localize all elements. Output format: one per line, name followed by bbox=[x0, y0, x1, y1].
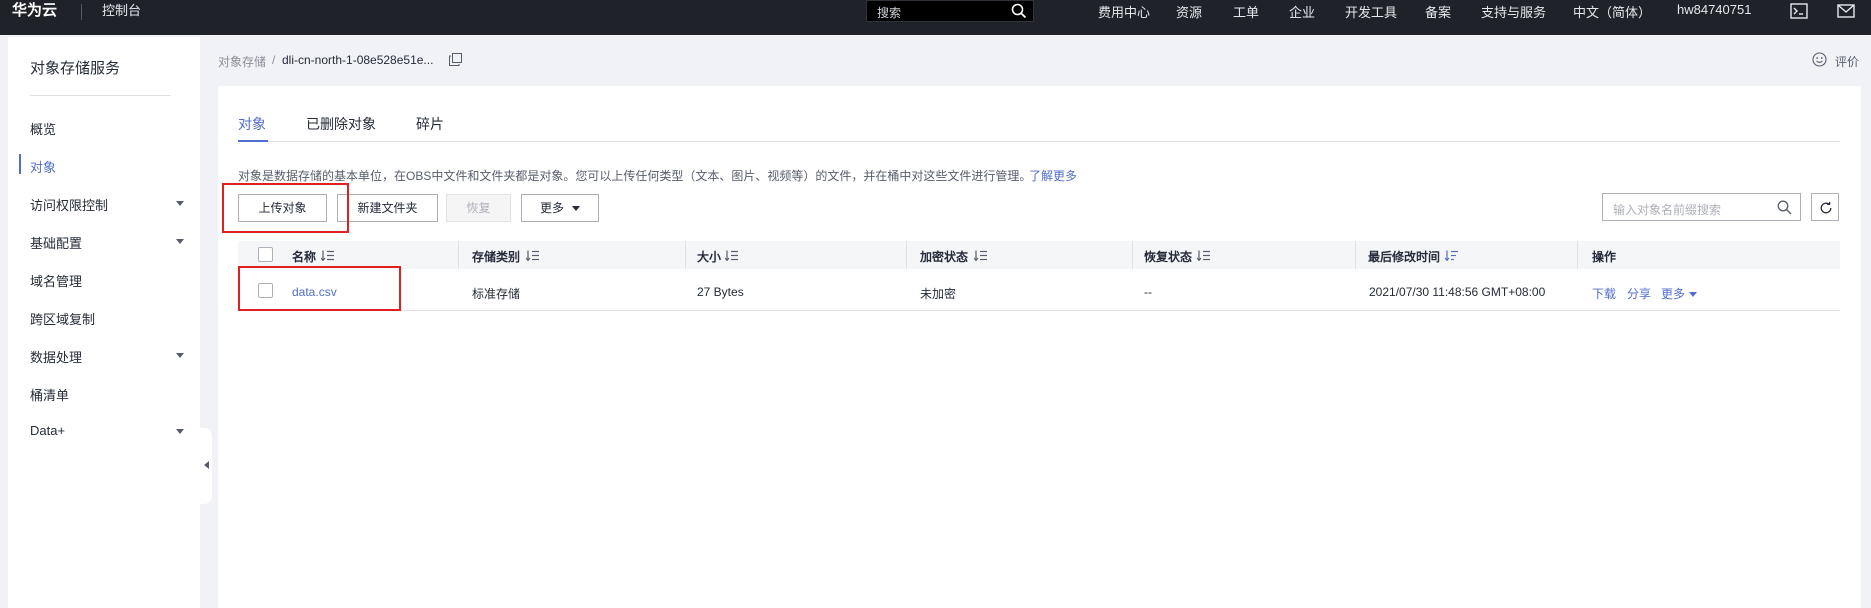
column-header-size: 大小 bbox=[697, 250, 722, 264]
column-divider bbox=[1132, 241, 1133, 269]
chevron-down-icon[interactable] bbox=[176, 429, 184, 434]
copy-icon[interactable] bbox=[449, 53, 462, 66]
column-divider bbox=[1355, 241, 1356, 269]
row-more-label: 更多 bbox=[1661, 287, 1686, 301]
sidebar-item-domain-management[interactable]: 域名管理 bbox=[30, 271, 82, 290]
cell-storage-class: 标准存储 bbox=[472, 287, 521, 301]
search-icon[interactable] bbox=[1777, 200, 1792, 215]
object-search-placeholder: 输入对象名前缀搜索 bbox=[1613, 203, 1722, 217]
global-search-input[interactable]: 搜索 bbox=[866, 0, 1034, 22]
sidebar-item-data-processing[interactable]: 数据处理 bbox=[30, 347, 82, 366]
column-header-restore-status: 恢复状态 bbox=[1144, 250, 1193, 264]
active-item-indicator bbox=[19, 154, 21, 174]
restore-label: 恢复 bbox=[466, 201, 491, 215]
sort-icon[interactable] bbox=[321, 250, 335, 261]
nav-icp-filing[interactable]: 备案 bbox=[1425, 2, 1451, 21]
column-header-storage-class: 存储类别 bbox=[472, 250, 521, 264]
learn-more-link[interactable]: 了解更多 bbox=[1029, 167, 1077, 184]
new-folder-button[interactable]: 新建文件夹 bbox=[337, 194, 438, 222]
top-navigation-bar: 华为云 控制台 搜索 费用中心 资源 工单 企业 开发工具 备案 支持与服务 中… bbox=[0, 0, 1871, 35]
download-action-link[interactable]: 下载 bbox=[1592, 285, 1616, 302]
column-divider bbox=[458, 241, 459, 269]
sort-icon[interactable] bbox=[974, 250, 988, 261]
breadcrumb-separator: / bbox=[272, 53, 276, 67]
restore-button[interactable]: 恢复 bbox=[446, 194, 511, 222]
tab-deleted-objects[interactable]: 已删除对象 bbox=[306, 114, 376, 134]
sidebar-item-access-control[interactable]: 访问权限控制 bbox=[30, 195, 108, 214]
tab-fragments[interactable]: 碎片 bbox=[416, 114, 444, 134]
nav-dev-tools[interactable]: 开发工具 bbox=[1345, 2, 1397, 21]
refresh-icon bbox=[1820, 202, 1832, 214]
terminal-icon[interactable] bbox=[1790, 3, 1808, 19]
mail-icon[interactable] bbox=[1837, 3, 1855, 19]
share-action-link[interactable]: 分享 bbox=[1627, 285, 1651, 302]
chevron-down-icon bbox=[572, 206, 580, 212]
cell-restore-status: -- bbox=[1144, 285, 1152, 299]
nav-language-switch[interactable]: 中文（简体） bbox=[1573, 2, 1651, 21]
chevron-down-icon bbox=[1689, 292, 1698, 298]
sort-icon[interactable] bbox=[725, 250, 739, 261]
brand-divider bbox=[81, 4, 82, 20]
sidebar-item-cross-region-replication[interactable]: 跨区域复制 bbox=[30, 309, 95, 328]
huawei-cloud-logo[interactable]: 华为云 bbox=[12, 0, 57, 24]
nav-resources[interactable]: 资源 bbox=[1176, 2, 1202, 21]
sort-icon[interactable] bbox=[526, 250, 540, 261]
chevron-down-icon[interactable] bbox=[176, 201, 184, 206]
rate-link[interactable]: 评价 bbox=[1835, 53, 1859, 70]
sidebar-divider bbox=[30, 95, 171, 96]
sidebar-item-basic-config[interactable]: 基础配置 bbox=[30, 233, 82, 252]
search-icon[interactable] bbox=[1011, 3, 1027, 19]
column-divider bbox=[906, 241, 907, 269]
sidebar-collapse-toggle[interactable] bbox=[195, 428, 212, 504]
nav-enterprise[interactable]: 企业 bbox=[1289, 2, 1315, 21]
nav-tickets[interactable]: 工单 bbox=[1233, 2, 1259, 21]
sidebar-item-data-plus[interactable]: Data+ bbox=[30, 423, 65, 438]
objects-description: 对象是数据存储的基本单位，在OBS中文件和文件夹都是对象。您可以上传任何类型（文… bbox=[238, 169, 1032, 183]
cell-encryption-status: 未加密 bbox=[920, 287, 957, 301]
sort-icon[interactable] bbox=[1197, 250, 1211, 261]
column-header-last-modified: 最后修改时间 bbox=[1368, 250, 1441, 264]
active-tab-underline bbox=[238, 140, 268, 142]
more-actions-dropdown[interactable]: 更多 bbox=[521, 194, 599, 222]
sort-active-icon[interactable] bbox=[1445, 250, 1459, 261]
column-header-name: 名称 bbox=[292, 250, 317, 264]
select-all-checkbox[interactable] bbox=[258, 247, 273, 262]
new-folder-label: 新建文件夹 bbox=[357, 201, 418, 215]
cell-size: 27 Bytes bbox=[697, 285, 744, 299]
object-prefix-search-input[interactable]: 输入对象名前缀搜索 bbox=[1602, 193, 1801, 221]
nav-support-services[interactable]: 支持与服务 bbox=[1481, 2, 1546, 21]
tabs-divider bbox=[238, 141, 1840, 142]
object-row-highlight-box bbox=[238, 266, 401, 311]
column-header-encryption-status: 加密状态 bbox=[920, 250, 969, 264]
main-content-card bbox=[218, 86, 1871, 608]
upload-button-highlight-box bbox=[222, 183, 349, 233]
global-search-placeholder: 搜索 bbox=[877, 6, 902, 20]
chevron-down-icon[interactable] bbox=[176, 239, 184, 244]
column-header-actions: 操作 bbox=[1592, 250, 1617, 264]
breadcrumb-root[interactable]: 对象存储 bbox=[218, 53, 266, 70]
chevron-down-icon[interactable] bbox=[176, 353, 184, 358]
row-more-actions-dropdown[interactable]: 更多 bbox=[1661, 285, 1698, 302]
refresh-button[interactable] bbox=[1811, 193, 1839, 221]
column-divider bbox=[1577, 241, 1578, 269]
column-divider bbox=[685, 241, 686, 269]
service-title: 对象存储服务 bbox=[30, 60, 121, 77]
sidebar-item-bucket-inventory[interactable]: 桶清单 bbox=[30, 385, 69, 404]
chevron-left-icon bbox=[204, 461, 209, 469]
breadcrumb-current-bucket: dli-cn-north-1-08e528e51e... bbox=[282, 53, 434, 67]
nav-billing-center[interactable]: 费用中心 bbox=[1098, 2, 1150, 21]
more-actions-label: 更多 bbox=[539, 201, 564, 215]
service-sidebar: 对象存储服务 概览 对象 访问权限控制 基础配置 域名管理 跨区域复制 数据处理… bbox=[8, 37, 200, 608]
nav-account-name[interactable]: hw84740751 bbox=[1677, 2, 1751, 17]
cell-last-modified: 2021/07/30 11:48:56 GMT+08:00 bbox=[1369, 285, 1546, 299]
sidebar-item-objects[interactable]: 对象 bbox=[30, 157, 56, 176]
tab-objects[interactable]: 对象 bbox=[238, 114, 266, 134]
console-link[interactable]: 控制台 bbox=[102, 0, 141, 24]
page-gutter bbox=[1861, 86, 1871, 608]
sidebar-item-overview[interactable]: 概览 bbox=[30, 119, 56, 138]
smiley-icon[interactable] bbox=[1812, 52, 1827, 67]
